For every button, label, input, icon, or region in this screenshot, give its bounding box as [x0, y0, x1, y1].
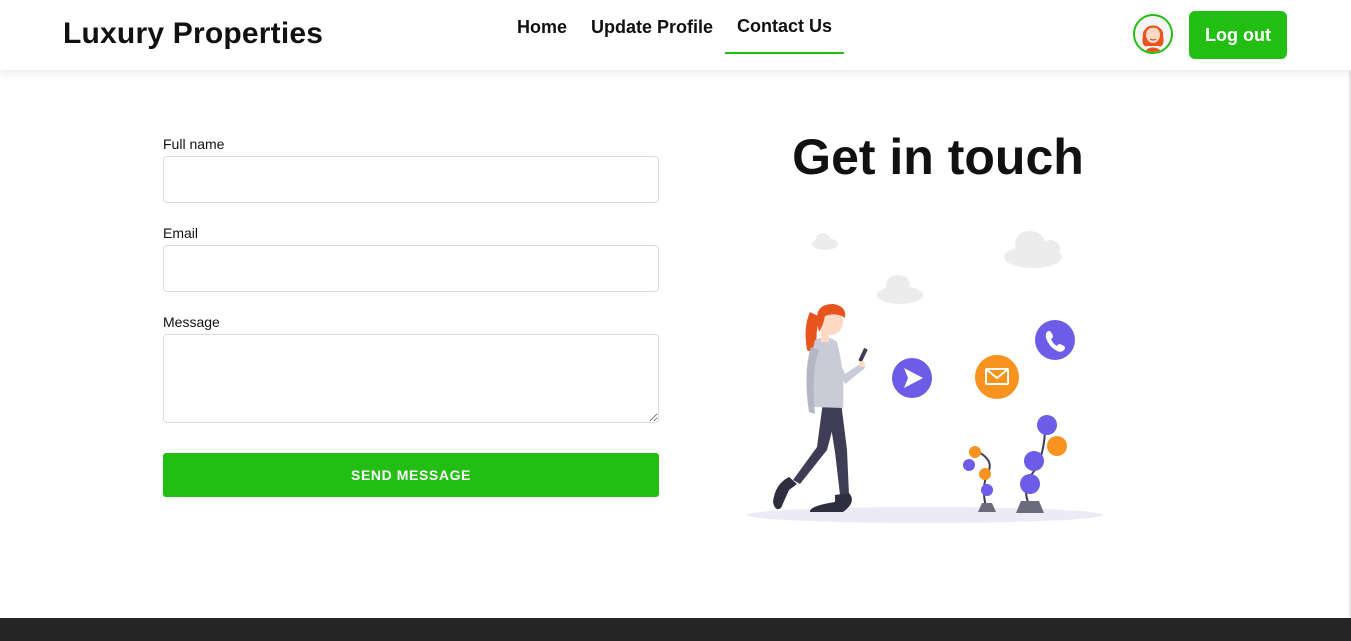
plant-decoration	[1016, 415, 1067, 513]
message-label: Message	[163, 314, 220, 330]
avatar-illustration	[1135, 16, 1171, 52]
contact-form: Full name Email Message SEND MESSAGE	[163, 136, 659, 497]
footer-strip	[0, 618, 1351, 641]
plant-decoration	[963, 446, 996, 512]
contact-illustration-svg	[747, 231, 1103, 523]
contact-illustration	[745, 222, 1110, 527]
phone-icon	[1035, 320, 1075, 360]
cloud-icon	[877, 275, 923, 304]
nav-home[interactable]: Home	[505, 0, 579, 54]
brand-logo[interactable]: Luxury Properties	[63, 17, 323, 51]
user-avatar[interactable]	[1133, 14, 1173, 54]
page: Luxury Properties Home Update Profile Co…	[0, 0, 1351, 641]
email-group: Email	[163, 225, 659, 292]
nav-update-profile[interactable]: Update Profile	[579, 0, 725, 54]
person-illustration	[773, 304, 868, 512]
get-in-touch-heading: Get in touch	[792, 129, 1084, 185]
full-name-label: Full name	[163, 136, 225, 152]
cloud-icon	[1004, 231, 1062, 268]
main-nav: Home Update Profile Contact Us	[505, 0, 845, 70]
nav-contact-us[interactable]: Contact Us	[725, 0, 845, 54]
mail-icon	[975, 355, 1019, 399]
full-name-group: Full name	[163, 136, 659, 203]
email-input[interactable]	[163, 245, 659, 292]
message-textarea[interactable]	[163, 334, 659, 423]
top-navbar: Luxury Properties Home Update Profile Co…	[0, 0, 1351, 70]
email-label: Email	[163, 225, 199, 241]
send-message-button[interactable]: SEND MESSAGE	[163, 453, 659, 497]
logout-button[interactable]: Log out	[1189, 11, 1287, 59]
ground-shadow	[747, 507, 1103, 523]
cloud-icon	[812, 233, 838, 250]
message-group: Message	[163, 314, 659, 423]
full-name-input[interactable]	[163, 156, 659, 203]
send-icon	[892, 358, 932, 398]
